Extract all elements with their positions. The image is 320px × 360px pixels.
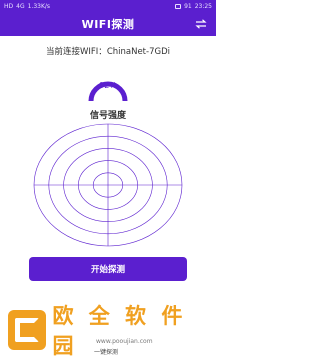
- wifi-status-icon: [175, 3, 182, 9]
- watermark-url: www.pooujian.com: [96, 338, 153, 345]
- app-title: WIFI探测: [81, 18, 135, 31]
- signal-percent: 92%: [99, 81, 117, 90]
- swap-arrows-icon[interactable]: [194, 17, 208, 31]
- watermark-brand: 欧 全 软 件 园: [52, 304, 187, 358]
- current-wifi-label: 当前连接WIFI：: [46, 47, 107, 57]
- radar-display: [33, 123, 183, 247]
- network-label: 4G: [16, 2, 25, 10]
- clock: 23:25: [194, 2, 212, 10]
- signal-strength-label: 信号强度: [89, 111, 126, 121]
- watermark-icon: [8, 310, 47, 350]
- battery-level: 91: [184, 2, 192, 10]
- wifi-ssid: ChinaNet-7GDi: [106, 47, 170, 57]
- current-wifi-line: 当前连接WIFI：ChinaNet-7GDi: [0, 45, 216, 57]
- bottom-nav-label[interactable]: 一键探测: [94, 347, 118, 356]
- network-speed: 1.33K/s: [27, 2, 51, 10]
- start-detect-button[interactable]: 开始探测: [29, 257, 187, 281]
- status-bar: HD 4G 1.33K/s 91 23:25: [0, 0, 216, 12]
- carrier-label: HD: [4, 2, 14, 10]
- app-bar: WIFI探测: [0, 12, 216, 36]
